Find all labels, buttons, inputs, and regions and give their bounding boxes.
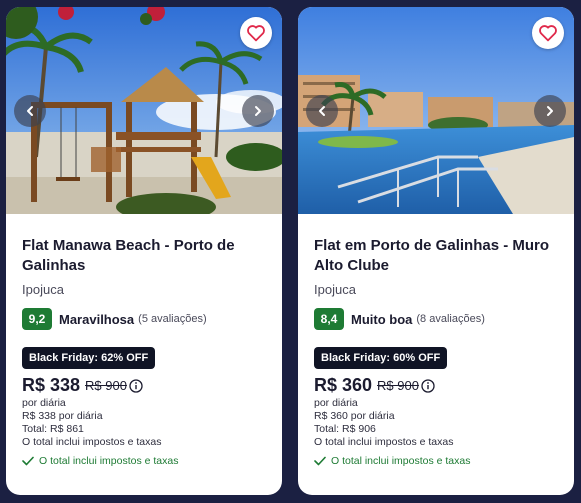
previous-photo-button[interactable] xyxy=(14,95,46,127)
check-icon xyxy=(314,456,326,466)
nightly-price: R$ 338 por diária xyxy=(22,410,103,422)
taxes-included-line: O total inclui impostos e taxas xyxy=(314,455,558,467)
info-icon[interactable] xyxy=(129,378,143,393)
taxes-included-line: O total inclui impostos e taxas xyxy=(22,455,266,467)
property-title[interactable]: Flat em Porto de Galinhas - Muro Alto Cl… xyxy=(314,236,558,276)
per-night-label: por diária xyxy=(314,397,358,409)
chevron-right-icon xyxy=(547,106,553,116)
chevron-left-icon xyxy=(27,106,33,116)
property-card[interactable]: Flat Manawa Beach - Porto de Galinhas Ip… xyxy=(6,7,282,495)
current-price: R$ 360 xyxy=(314,375,373,395)
rating-score-badge: 8,4 xyxy=(314,308,344,330)
price-row: R$ 360 R$ 900 xyxy=(314,375,558,396)
next-photo-button[interactable] xyxy=(242,95,274,127)
property-photo[interactable] xyxy=(6,7,282,214)
check-icon xyxy=(22,456,34,466)
heart-icon xyxy=(539,25,557,42)
rating-label: Muito boa xyxy=(351,311,413,327)
nightly-price: R$ 360 por diária xyxy=(314,410,395,422)
original-price: R$ 900 xyxy=(85,378,127,393)
favorite-button[interactable] xyxy=(532,17,564,49)
total-price: Total: R$ 861 xyxy=(22,423,84,435)
property-photo[interactable] xyxy=(298,7,574,214)
deal-badge: Black Friday: 62% OFF xyxy=(22,347,156,369)
chevron-right-icon xyxy=(255,106,261,116)
taxes-note: O total inclui impostos e taxas xyxy=(22,436,162,448)
taxes-included-text: O total inclui impostos e taxas xyxy=(331,455,471,467)
review-count: (8 avaliações) xyxy=(416,313,485,325)
current-price: R$ 338 xyxy=(22,375,81,395)
previous-photo-button[interactable] xyxy=(306,95,338,127)
rating-label: Maravilhosa xyxy=(59,311,135,327)
taxes-note: O total inclui impostos e taxas xyxy=(314,436,454,448)
total-price: Total: R$ 906 xyxy=(314,423,376,435)
taxes-included-text: O total inclui impostos e taxas xyxy=(39,455,179,467)
property-location: Ipojuca xyxy=(22,282,64,297)
original-price: R$ 900 xyxy=(377,378,419,393)
property-card[interactable]: Flat em Porto de Galinhas - Muro Alto Cl… xyxy=(298,7,574,495)
price-row: R$ 338 R$ 900 xyxy=(22,375,266,396)
property-location: Ipojuca xyxy=(314,282,356,297)
property-title[interactable]: Flat Manawa Beach - Porto de Galinhas xyxy=(22,236,266,276)
deal-badge: Black Friday: 60% OFF xyxy=(314,347,448,369)
next-photo-button[interactable] xyxy=(534,95,566,127)
review-count: (5 avaliações) xyxy=(138,313,207,325)
chevron-left-icon xyxy=(319,106,325,116)
rating-row: 8,4 Muito boa (8 avaliações) xyxy=(314,308,558,330)
heart-icon xyxy=(247,25,265,42)
favorite-button[interactable] xyxy=(240,17,272,49)
per-night-label: por diária xyxy=(22,397,66,409)
info-icon[interactable] xyxy=(421,378,435,393)
rating-row: 9,2 Maravilhosa (5 avaliações) xyxy=(22,308,266,330)
rating-score-badge: 9,2 xyxy=(22,308,52,330)
